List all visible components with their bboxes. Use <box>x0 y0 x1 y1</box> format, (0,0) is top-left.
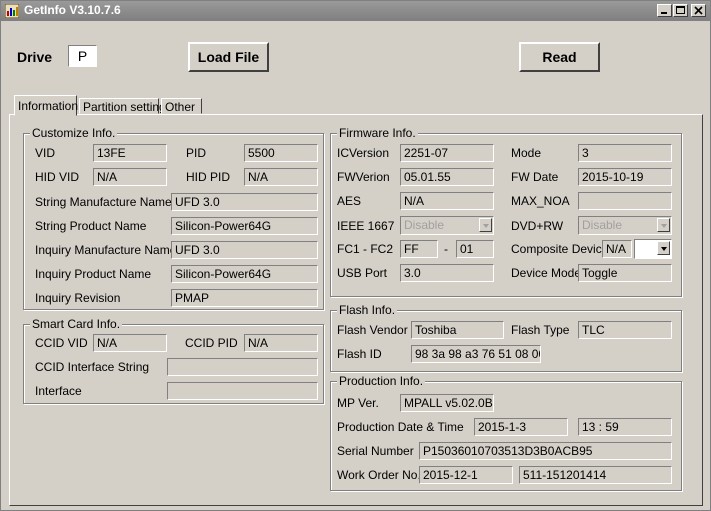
inquiry-revision-label: Inquiry Revision <box>35 291 121 305</box>
mp-ver-field[interactable]: MPALL v5.02.0B <box>400 394 494 412</box>
ccid-vid-label: CCID VID <box>35 336 88 350</box>
load-file-button[interactable]: Load File <box>188 42 269 72</box>
composite-device-label: Composite Device <box>511 242 609 256</box>
hid-vid-label: HID VID <box>35 170 80 184</box>
ieee-1667-value: Disable <box>404 218 445 232</box>
icversion-field[interactable]: 2251-07 <box>400 144 494 162</box>
aes-field[interactable]: N/A <box>400 192 494 210</box>
main-window: GetInfo V3.10.7.6 Drive P Load File Read… <box>0 0 711 511</box>
fw-date-field[interactable]: 2015-10-19 <box>578 168 672 186</box>
ccid-interface-string-label: CCID Interface String <box>35 360 150 374</box>
ccid-interface-string-field[interactable] <box>167 358 318 376</box>
flash-info-title: Flash Info. <box>337 303 398 317</box>
max-noa-label: MAX_NOA <box>511 194 570 208</box>
icversion-label: ICVersion <box>337 146 390 160</box>
dvd-rw-select[interactable]: Disable <box>578 216 672 235</box>
fc1-fc2-label: FC1 - FC2 <box>337 242 394 256</box>
aes-label: AES <box>337 194 362 208</box>
usb-port-label: USB Port <box>337 266 388 280</box>
string-manufacture-field[interactable]: UFD 3.0 <box>171 193 318 211</box>
ccid-vid-field[interactable]: N/A <box>93 334 167 352</box>
tab-other[interactable]: Other <box>161 98 202 114</box>
tab-information[interactable]: Information <box>14 95 78 116</box>
ccid-pid-label: CCID PID <box>185 336 238 350</box>
composite-device-field[interactable]: N/A <box>602 240 632 258</box>
app-icon <box>5 4 19 18</box>
serial-number-field[interactable]: P15036010703513D3B0ACB95 <box>419 442 672 460</box>
ieee-1667-select[interactable]: Disable <box>400 216 494 235</box>
production-date-label: Production Date & Time <box>337 420 464 434</box>
inquiry-manufacture-field[interactable]: UFD 3.0 <box>171 241 318 259</box>
production-time-field[interactable]: 13 : 59 <box>578 418 672 436</box>
inquiry-revision-field[interactable]: PMAP <box>171 289 318 307</box>
read-button[interactable]: Read <box>519 42 600 72</box>
chevron-down-icon[interactable] <box>479 218 492 232</box>
maximize-icon <box>676 6 685 14</box>
flash-vendor-label: Flash Vendor <box>337 323 408 337</box>
usb-port-field[interactable]: 3.0 <box>400 264 494 282</box>
mode-label: Mode <box>511 146 542 160</box>
hid-vid-field[interactable]: N/A <box>93 168 167 186</box>
tab-partition-setting[interactable]: Partition setting <box>79 98 166 114</box>
title-bar[interactable]: GetInfo V3.10.7.6 <box>1 1 710 21</box>
ccid-pid-field[interactable]: N/A <box>244 334 318 352</box>
minimize-icon <box>661 12 667 14</box>
production-info-title: Production Info. <box>337 374 426 388</box>
flash-vendor-field[interactable]: Toshiba <box>411 321 504 339</box>
inquiry-product-label: Inquiry Product Name <box>35 267 152 281</box>
customize-info-title: Customize Info. <box>30 126 118 140</box>
inquiry-product-field[interactable]: Silicon-Power64G <box>171 265 318 283</box>
max-noa-field[interactable] <box>578 192 672 210</box>
pid-label: PID <box>186 146 207 160</box>
chevron-down-icon[interactable] <box>657 241 670 255</box>
mp-ver-label: MP Ver. <box>337 396 379 410</box>
device-mode-label: Device Mode <box>511 266 582 280</box>
interface-label: Interface <box>35 384 82 398</box>
flash-type-label: Flash Type <box>511 323 570 337</box>
fc2-field[interactable]: 01 <box>456 240 494 258</box>
flash-type-field[interactable]: TLC <box>578 321 672 339</box>
fwversion-field[interactable]: 05.01.55 <box>400 168 494 186</box>
drive-input[interactable]: P <box>68 45 97 67</box>
vid-field[interactable]: 13FE <box>93 144 167 162</box>
ieee-1667-label: IEEE 1667 <box>337 219 395 233</box>
interface-field[interactable] <box>167 382 318 400</box>
flash-id-field[interactable]: 98 3a 98 a3 76 51 08 00 <box>411 345 541 363</box>
fw-date-label: FW Date <box>511 170 559 184</box>
dvd-rw-label: DVD+RW <box>511 219 564 233</box>
maximize-button[interactable] <box>673 4 688 17</box>
smart-card-info-title: Smart Card Info. <box>30 317 123 331</box>
string-manufacture-label: String Manufacture Name <box>35 195 172 209</box>
minimize-button[interactable] <box>657 4 672 17</box>
drive-label: Drive <box>17 49 53 65</box>
device-mode-field[interactable]: Toggle <box>578 264 672 282</box>
string-product-field[interactable]: Silicon-Power64G <box>171 217 318 235</box>
production-date-field[interactable]: 2015-1-3 <box>474 418 568 436</box>
string-product-label: String Product Name <box>35 219 147 233</box>
pid-field[interactable]: 5500 <box>244 144 318 162</box>
flash-id-label: Flash ID <box>337 347 382 361</box>
work-order-date-field[interactable]: 2015-12-1 <box>419 466 513 484</box>
inquiry-manufacture-label: Inquiry Manufacture Name <box>35 243 177 257</box>
dvd-rw-value: Disable <box>582 218 623 232</box>
chevron-down-icon[interactable] <box>657 218 670 232</box>
hid-pid-field[interactable]: N/A <box>244 168 318 186</box>
fc1-field[interactable]: FF <box>400 240 438 258</box>
mode-field[interactable]: 3 <box>578 144 672 162</box>
close-button[interactable] <box>691 4 706 17</box>
window-title: GetInfo V3.10.7.6 <box>24 3 121 17</box>
firmware-info-title: Firmware Info. <box>337 126 418 140</box>
vid-label: VID <box>35 146 56 160</box>
work-order-number-field[interactable]: 511-151201414 <box>519 466 672 484</box>
composite-device-select[interactable] <box>634 239 672 259</box>
serial-number-label: Serial Number <box>337 444 414 458</box>
fc-dash: - <box>444 242 448 256</box>
hid-pid-label: HID PID <box>186 170 231 184</box>
work-order-label: Work Order No. <box>337 468 421 482</box>
close-icon <box>694 6 703 15</box>
fwversion-label: FWVerion <box>337 170 390 184</box>
